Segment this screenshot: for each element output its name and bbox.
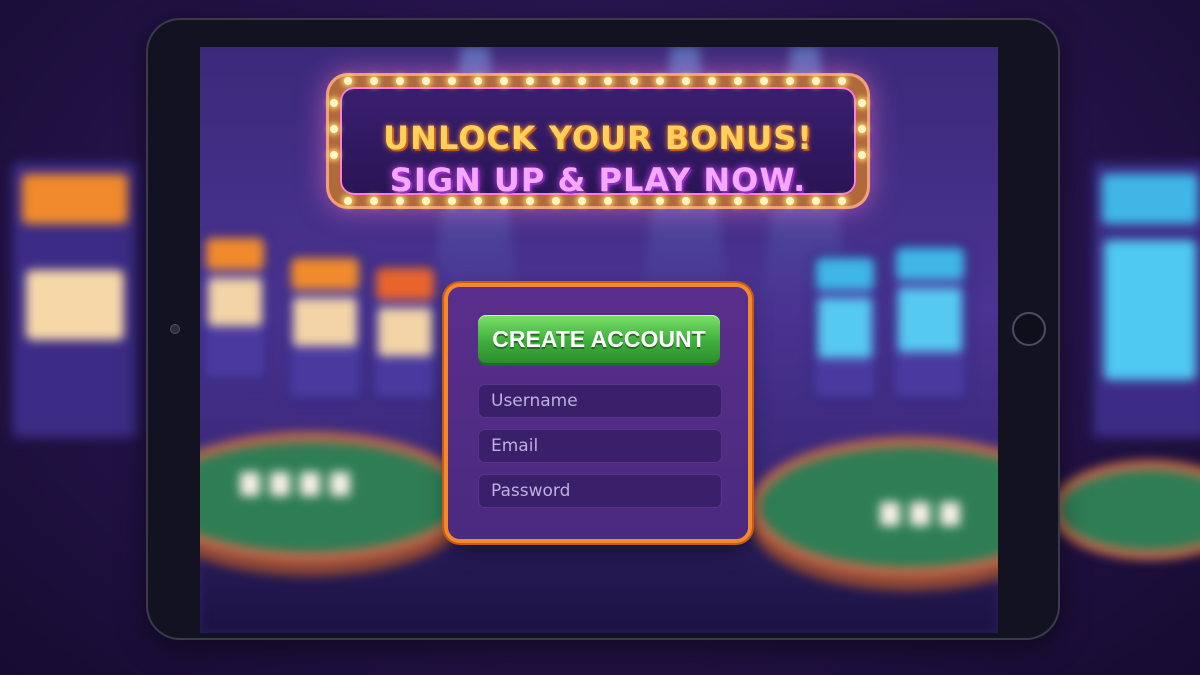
marquee-bulb bbox=[682, 77, 690, 85]
slot-machine bbox=[200, 232, 270, 382]
marquee-bulb bbox=[604, 197, 612, 205]
bonus-marquee-sign: UNLOCK YOUR BONUS! SIGN UP & PLAY NOW. bbox=[326, 73, 870, 209]
headline-sign-up: SIGN UP & PLAY NOW. bbox=[389, 161, 807, 199]
marquee-bulb bbox=[708, 197, 716, 205]
create-account-button[interactable]: CREATE ACCOUNT bbox=[478, 315, 720, 363]
email-field[interactable] bbox=[478, 429, 722, 463]
marquee-bulb bbox=[552, 197, 560, 205]
slot-machine bbox=[890, 242, 970, 402]
marquee-bulb bbox=[330, 99, 338, 107]
marquee-bulb bbox=[500, 197, 508, 205]
marquee-bulb bbox=[734, 77, 742, 85]
marquee-bulb bbox=[858, 99, 866, 107]
marquee-bulb bbox=[330, 151, 338, 159]
marquee-bulb bbox=[330, 125, 338, 133]
marquee-bulb bbox=[858, 151, 866, 159]
marquee-bulb bbox=[630, 197, 638, 205]
headline-unlock-bonus: UNLOCK YOUR BONUS! bbox=[383, 119, 813, 157]
marquee-bulb bbox=[760, 77, 768, 85]
marquee-panel: UNLOCK YOUR BONUS! SIGN UP & PLAY NOW. bbox=[340, 87, 856, 199]
signup-panel: CREATE ACCOUNT bbox=[448, 287, 748, 539]
marquee-bulb bbox=[604, 77, 612, 85]
marquee-bulb bbox=[344, 77, 352, 85]
marquee-bulb bbox=[526, 197, 534, 205]
marquee-bulb bbox=[422, 77, 430, 85]
marquee-bulb bbox=[656, 197, 664, 205]
marquee-bulb bbox=[838, 77, 846, 85]
marquee-bulb bbox=[448, 197, 456, 205]
game-screen: UNLOCK YOUR BONUS! SIGN UP & PLAY NOW. C… bbox=[200, 47, 998, 633]
marquee-bulb bbox=[578, 197, 586, 205]
marquee-bulb bbox=[734, 197, 742, 205]
marquee-bulb bbox=[552, 77, 560, 85]
marquee-bulb bbox=[526, 77, 534, 85]
marquee-bulb bbox=[396, 197, 404, 205]
marquee-bulb bbox=[812, 77, 820, 85]
marquee-bulb bbox=[396, 77, 404, 85]
marquee-bulb bbox=[578, 77, 586, 85]
marquee-bulb bbox=[630, 77, 638, 85]
home-button-icon[interactable] bbox=[1012, 312, 1046, 346]
slot-machine bbox=[810, 252, 880, 402]
marquee-bulb bbox=[474, 197, 482, 205]
background-slot-machine bbox=[1090, 160, 1200, 440]
tablet-frame: UNLOCK YOUR BONUS! SIGN UP & PLAY NOW. C… bbox=[148, 20, 1058, 638]
camera-icon bbox=[170, 324, 180, 334]
marquee-bulb bbox=[708, 77, 716, 85]
marquee-bulb bbox=[370, 197, 378, 205]
marquee-bulb bbox=[448, 77, 456, 85]
marquee-bulb bbox=[786, 77, 794, 85]
marquee-bulb bbox=[858, 125, 866, 133]
password-field[interactable] bbox=[478, 474, 722, 508]
marquee-bulb bbox=[838, 197, 846, 205]
marquee-bulb bbox=[760, 197, 768, 205]
marquee-bulb bbox=[786, 197, 794, 205]
marquee-bulb bbox=[422, 197, 430, 205]
background-slot-machine bbox=[10, 160, 140, 440]
slot-machine bbox=[370, 262, 440, 402]
slot-machine bbox=[285, 252, 365, 402]
marquee-bulb bbox=[500, 77, 508, 85]
marquee-bulb bbox=[682, 197, 690, 205]
marquee-bulb bbox=[474, 77, 482, 85]
marquee-bulb bbox=[656, 77, 664, 85]
marquee-bulb bbox=[370, 77, 378, 85]
username-field[interactable] bbox=[478, 384, 722, 418]
marquee-bulb bbox=[344, 197, 352, 205]
background-table bbox=[1060, 470, 1200, 550]
marquee-bulb bbox=[812, 197, 820, 205]
